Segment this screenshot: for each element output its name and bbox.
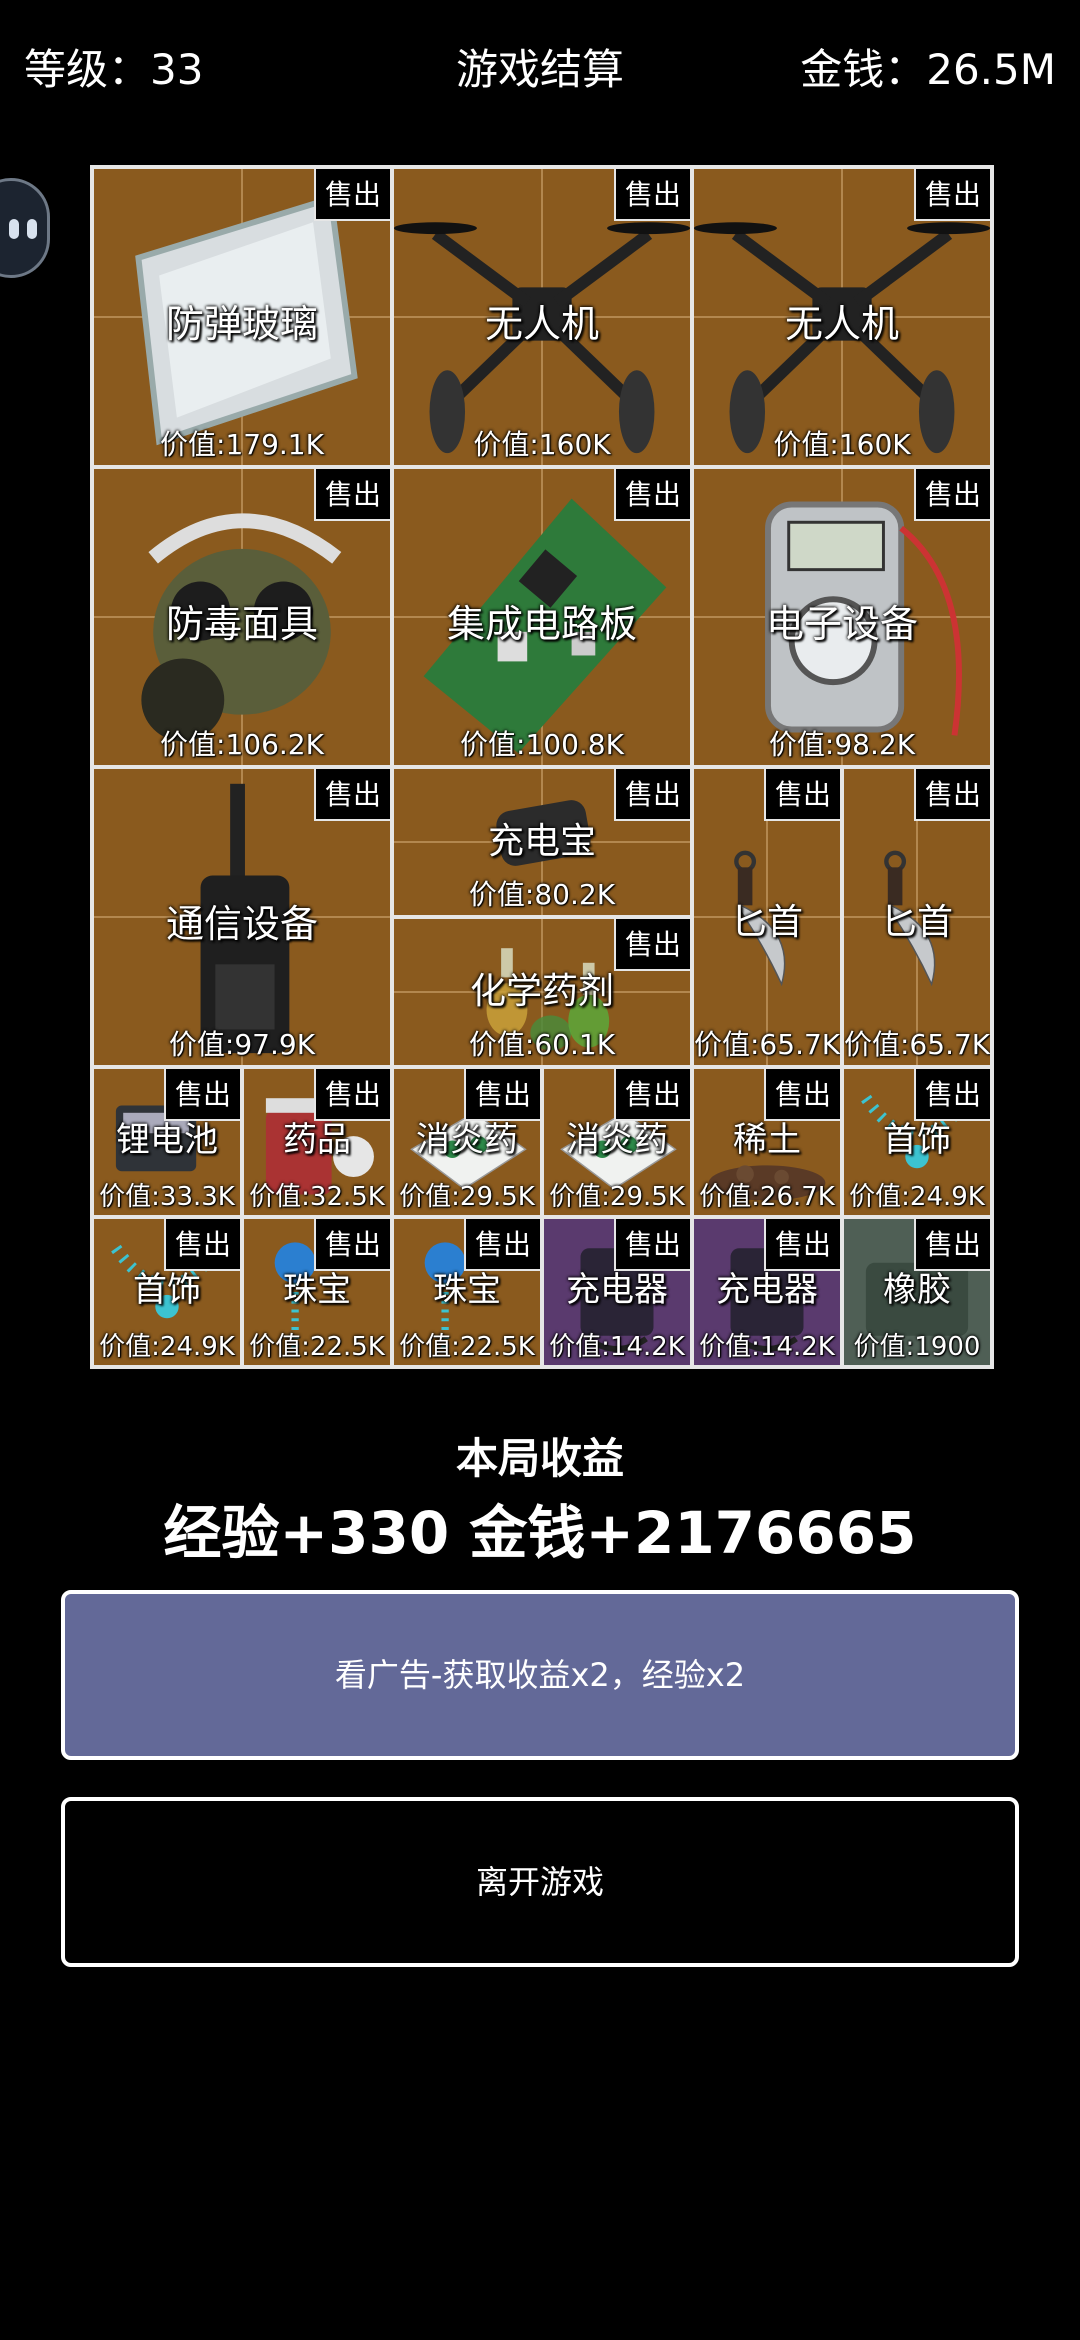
top-bar: 等级：33 游戏结算 金钱：26.5M (0, 0, 1080, 140)
item-value: 价值:98.2K (768, 728, 916, 761)
item-value: 价值:160K (773, 428, 911, 461)
loot-item-necklace[interactable]: 售出 首饰 价值:24.9K (842, 1067, 992, 1217)
floating-assistant-button[interactable] (0, 178, 50, 278)
item-value: 价值:14.2K (699, 1332, 835, 1362)
earnings-value: 经验+330 金钱+2176665 (163, 1499, 917, 1567)
leave-game-button[interactable]: 离开游戏 (61, 1797, 1019, 1967)
item-value: 价值:33.3K (99, 1182, 235, 1212)
sell-button[interactable]: 售出 (764, 1069, 840, 1121)
item-value: 价值:29.5K (399, 1182, 535, 1212)
item-value: 价值:60.1K (468, 1028, 616, 1061)
loot-item-rubber[interactable]: 售出 橡胶 价值:1900 (842, 1217, 992, 1367)
sell-button[interactable]: 售出 (914, 1069, 990, 1121)
sell-button[interactable]: 售出 (914, 469, 990, 521)
assistant-eye-icon (27, 219, 37, 239)
loot-item-anti-inflammatory-pills[interactable]: 售出 消炎药 价值:29.5K (392, 1067, 542, 1217)
loot-grid: 售出 防弹玻璃 价值:179.1K 售出 无人机 价值:160K 售出 无人机 价值:160K 售… (90, 165, 994, 1369)
sell-button[interactable]: 售出 (614, 1069, 690, 1121)
item-value: 价值:22.5K (399, 1332, 535, 1362)
item-value: 价值:65.7K (844, 1028, 991, 1061)
sell-button[interactable]: 售出 (464, 1069, 540, 1121)
item-value: 价值:1900 (853, 1332, 981, 1362)
sell-button[interactable]: 售出 (464, 1219, 540, 1271)
item-value: 价值:80.2K (468, 878, 616, 911)
item-value: 价值:14.2K (549, 1332, 685, 1362)
item-name: 通信设备 (165, 902, 318, 946)
item-value: 价值:24.9K (849, 1182, 985, 1212)
loot-item-drone[interactable]: 售出无人机价值:160K (392, 167, 692, 467)
sell-button[interactable]: 售出 (764, 769, 840, 821)
item-value: 价值:24.9K (99, 1332, 235, 1362)
item-name: 匕首 (880, 902, 953, 943)
loot-item-necklace[interactable]: 售出 首饰 价值:24.9K (92, 1217, 242, 1367)
item-value: 价值:160K (473, 428, 611, 461)
sell-button[interactable]: 售出 (764, 1219, 840, 1271)
item-value: 价值:65.7K (694, 1028, 841, 1061)
sell-button[interactable]: 售出 (614, 169, 690, 221)
loot-item-lithium-battery[interactable]: 售出 锂电池 价值:33.3K (92, 1067, 242, 1217)
item-value: 价值:106.2K (160, 728, 324, 761)
sell-button[interactable]: 售出 (314, 1069, 390, 1121)
loot-item-gas-mask[interactable]: 售出防毒面具价值:106.2K (92, 467, 392, 767)
loot-item-dagger[interactable]: 售出匕首价值:65.7K (842, 767, 992, 1067)
loot-item-drone[interactable]: 售出无人机价值:160K (692, 167, 992, 467)
item-name: 电子设备 (765, 602, 918, 646)
loot-item-charger[interactable]: 售出 充电器 价值:14.2K (692, 1217, 842, 1367)
assistant-eye-icon (9, 219, 19, 239)
loot-item-chemical-flasks[interactable]: 售出 化学药剂 价值:60.1K (392, 917, 692, 1067)
item-value: 价值:97.9K (168, 1028, 316, 1061)
sell-button[interactable]: 售出 (164, 1069, 240, 1121)
loot-item-gem-pendant[interactable]: 售出 珠宝 价值:22.5K (392, 1217, 542, 1367)
item-name: 匕首 (730, 902, 803, 943)
loot-item-circuit-board[interactable]: 售出集成电路板价值:100.8K (392, 467, 692, 767)
item-name: 无人机 (484, 302, 599, 346)
sell-button[interactable]: 售出 (314, 1219, 390, 1271)
sell-button[interactable]: 售出 (914, 1219, 990, 1271)
sell-button[interactable]: 售出 (914, 769, 990, 821)
sell-button[interactable]: 售出 (914, 169, 990, 221)
item-value: 价值:29.5K (549, 1182, 685, 1212)
loot-item-charger[interactable]: 售出 充电器 价值:14.2K (542, 1217, 692, 1367)
loot-item-gem-pendant[interactable]: 售出 珠宝 价值:22.5K (242, 1217, 392, 1367)
loot-item-power-bank[interactable]: 售出 充电宝 价值:80.2K (392, 767, 692, 917)
item-value: 价值:22.5K (249, 1332, 385, 1362)
item-value: 价值:32.5K (249, 1182, 385, 1212)
loot-item-anti-inflammatory-pills[interactable]: 售出 消炎药 价值:29.5K (542, 1067, 692, 1217)
loot-item-bulletproof-glass[interactable]: 售出防弹玻璃价值:179.1K (92, 167, 392, 467)
item-name: 防弹玻璃 (165, 302, 318, 346)
loot-item-dagger[interactable]: 售出匕首价值:65.7K (692, 767, 842, 1067)
item-value: 价值:179.1K (160, 428, 324, 461)
money-label: 金钱：26.5M (800, 45, 1056, 94)
item-name: 防毒面具 (165, 602, 318, 646)
sell-button[interactable]: 售出 (614, 469, 690, 521)
loot-item-electronic-device[interactable]: 售出电子设备价值:98.2K (692, 467, 992, 767)
item-value: 价值:100.8K (460, 728, 624, 761)
watch-ad-double-button[interactable]: 看广告-获取收益x2，经验x2 (61, 1590, 1019, 1760)
sell-button[interactable]: 售出 (314, 169, 390, 221)
sell-button[interactable]: 售出 (614, 1219, 690, 1271)
sell-button[interactable]: 售出 (314, 469, 390, 521)
item-name: 集成电路板 (446, 602, 637, 646)
sell-button[interactable]: 售出 (164, 1219, 240, 1271)
sell-button[interactable]: 售出 (314, 769, 390, 821)
loot-item-walkie-talkie[interactable]: 售出通信设备价值:97.9K (92, 767, 392, 1067)
item-name: 无人机 (784, 302, 899, 346)
earnings-heading: 本局收益 (455, 1434, 624, 1483)
loot-item-medicine[interactable]: 售出 药品 价值:32.5K (242, 1067, 392, 1217)
sell-button[interactable]: 售出 (614, 919, 690, 971)
loot-item-rare-earth[interactable]: 售出 稀土 价值:26.7K (692, 1067, 842, 1217)
item-value: 价值:26.7K (699, 1182, 835, 1212)
sell-button[interactable]: 售出 (614, 769, 690, 821)
